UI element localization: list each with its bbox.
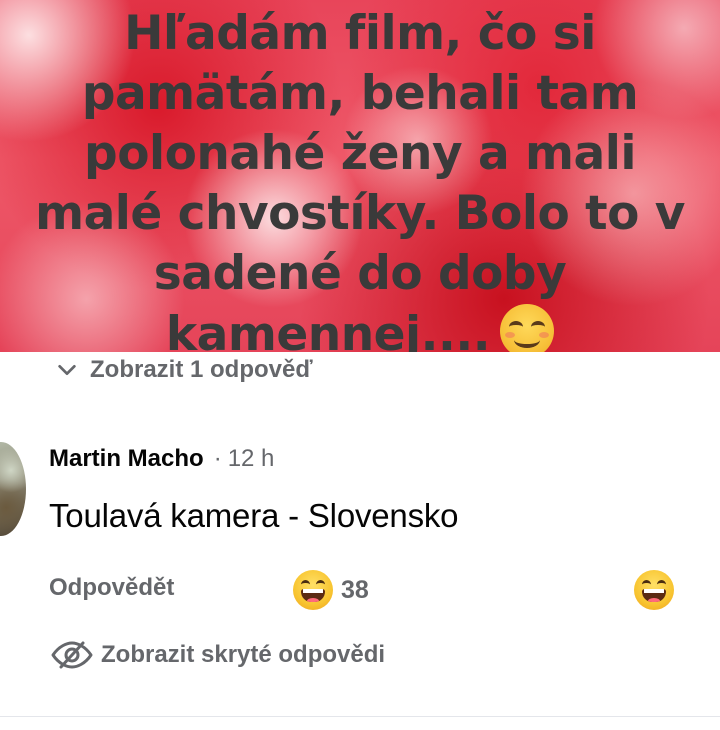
separator-dot: · xyxy=(213,445,222,472)
smiling-face-icon xyxy=(500,304,555,352)
comment-actions: Odpovědět 38 xyxy=(49,570,709,616)
divider xyxy=(0,716,720,717)
avatar[interactable] xyxy=(0,442,26,536)
comment-header: Martin Macho · 12 h xyxy=(49,445,274,473)
show-replies-button[interactable]: Zobrazit 1 odpověď xyxy=(56,356,313,384)
chevron-down-icon xyxy=(58,364,76,376)
show-hidden-replies-label: Zobrazit skryté odpovědi xyxy=(101,641,386,668)
comment-author-name[interactable]: Martin Macho xyxy=(49,445,204,473)
comment-timestamp[interactable]: 12 h xyxy=(228,445,275,473)
comment-text: Toulavá kamera - Slovensko xyxy=(49,497,459,534)
show-replies-label: Zobrazit 1 odpověď xyxy=(90,356,313,383)
eye-hidden-icon xyxy=(51,641,93,669)
laughing-face-icon xyxy=(293,570,333,610)
reaction-count: 38 xyxy=(341,575,369,604)
react-button-laughing-face-icon[interactable] xyxy=(634,570,674,610)
post-text-card: Hľadám film, čo si pamätám, behali tam p… xyxy=(0,0,720,352)
post-text-container: Hľadám film, čo si pamätám, behali tam p… xyxy=(20,4,700,352)
show-hidden-replies-button[interactable]: Zobrazit skryté odpovědi xyxy=(49,640,385,670)
post-text: Hľadám film, čo si pamätám, behali tam p… xyxy=(35,6,685,352)
reply-button[interactable]: Odpovědět xyxy=(49,574,174,602)
reaction-summary[interactable]: 38 xyxy=(293,570,369,610)
